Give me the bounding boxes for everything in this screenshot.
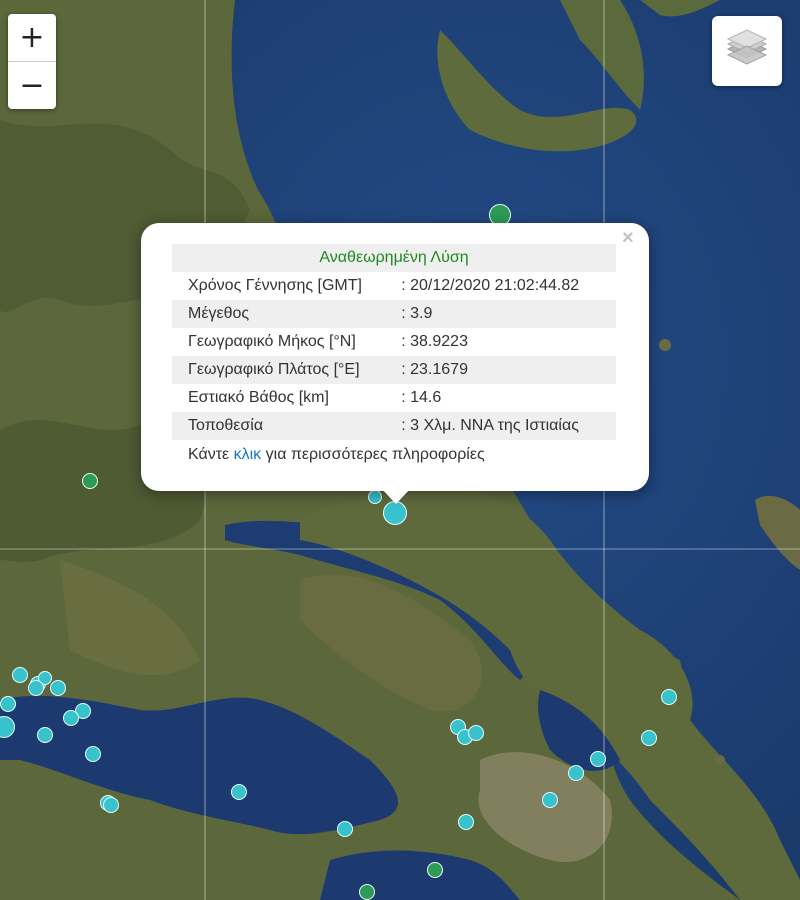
earthquake-marker[interactable] [568,765,584,781]
earthquake-marker[interactable] [103,797,119,813]
popup-close-button[interactable]: × [622,228,634,248]
earthquake-marker[interactable] [85,746,101,762]
detail-value: : 20/12/2020 21:02:44.82 [401,277,580,294]
footer-suffix: για περισσότερες πληροφορίες [261,446,485,463]
layers-stack-icon [726,29,768,65]
earthquake-marker[interactable] [231,784,247,800]
detail-key: Εστιακό Βάθος [km] [188,389,329,406]
detail-value: : 3 Χλμ. ΝΝΑ της Ιστιαίας [401,412,616,440]
earthquake-marker[interactable] [590,751,606,767]
earthquake-marker[interactable] [368,490,382,504]
zoom-out-button[interactable]: − [8,61,56,109]
detail-value: : 3.9 [401,300,616,328]
earthquake-marker[interactable] [28,680,44,696]
more-info-link[interactable]: κλικ [234,446,262,463]
popup-tip [381,488,411,504]
footer-prefix: Κάντε [188,446,234,463]
detail-value: : 14.6 [401,389,442,406]
earthquake-marker[interactable] [359,884,375,900]
earthquake-marker[interactable] [468,725,484,741]
earthquake-marker[interactable] [82,473,98,489]
earthquake-marker[interactable] [0,696,16,712]
detail-key: Γεωγραφικό Πλάτος [°E] [172,356,402,384]
layers-button[interactable] [712,16,782,86]
earthquake-marker[interactable] [37,727,53,743]
zoom-control: + − [8,14,56,109]
earthquake-marker[interactable] [63,710,79,726]
earthquake-marker[interactable] [337,821,353,837]
earthquake-marker[interactable] [50,680,66,696]
selected-earthquake-marker[interactable] [383,501,407,525]
popup-footer: Κάντε κλικ για περισσότερες πληροφορίες [188,446,485,464]
earthquake-marker[interactable] [542,792,558,808]
earthquake-marker[interactable] [427,862,443,878]
earthquake-marker[interactable] [641,730,657,746]
earthquake-marker[interactable] [458,814,474,830]
earthquake-marker[interactable] [661,689,677,705]
detail-key: Γεωγραφικό Μήκος [°N] [188,333,356,350]
zoom-in-button[interactable]: + [8,14,56,61]
detail-key: Χρόνος Γέννησης [GMT] [188,277,362,294]
detail-value: : 23.1679 [401,356,616,384]
popup-title: Αναθεωρημένη Λύση [172,244,616,272]
earthquake-marker[interactable] [12,667,28,683]
detail-key: Τοποθεσία [172,412,402,440]
detail-key: Μέγεθος [172,300,402,328]
popup-details-table: Αναθεωρημένη Λύση Χρόνος Γέννησης [GMT]:… [172,244,616,440]
detail-value: : 38.9223 [401,333,468,350]
